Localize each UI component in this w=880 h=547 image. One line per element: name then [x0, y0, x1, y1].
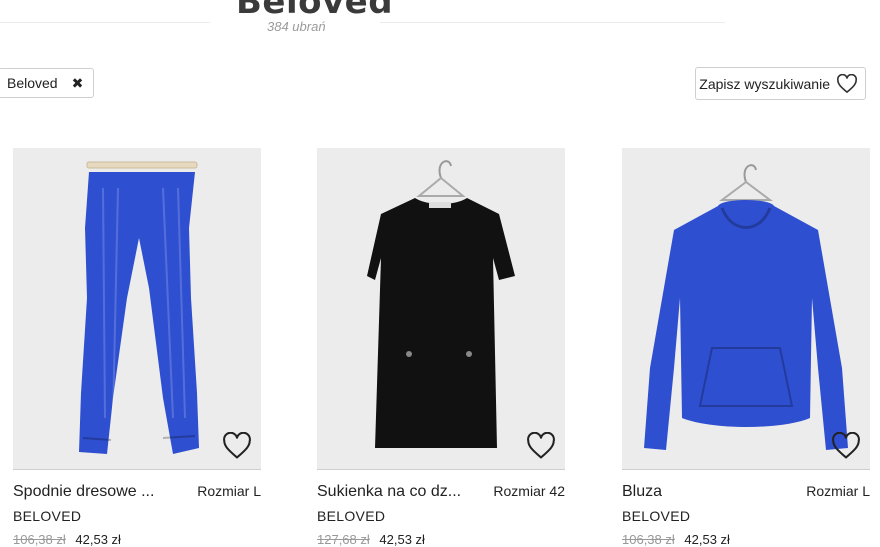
- product-card[interactable]: Sukienka na co dz... Rozmiar 42 BELOVED …: [317, 148, 565, 547]
- product-brand: BELOVED: [13, 508, 82, 524]
- product-title[interactable]: Sukienka na co dz...: [317, 483, 461, 501]
- close-icon[interactable]: ✖: [72, 76, 84, 90]
- favorite-heart-icon[interactable]: [830, 431, 862, 461]
- product-card[interactable]: Spodnie dresowe ... Rozmiar L BELOVED 10…: [13, 148, 261, 547]
- product-size: Rozmiar L: [197, 483, 261, 499]
- product-title[interactable]: Spodnie dresowe ...: [13, 483, 154, 501]
- heart-icon: [836, 73, 858, 94]
- product-image[interactable]: [317, 148, 565, 470]
- product-photo-hoodie: [644, 164, 848, 450]
- product-brand: BELOVED: [317, 508, 386, 524]
- filter-chip-beloved[interactable]: Beloved ✖: [0, 68, 95, 98]
- product-photo-trousers: [79, 161, 199, 454]
- product-brand: BELOVED: [622, 508, 691, 524]
- product-image[interactable]: [13, 148, 261, 470]
- favorite-heart-icon[interactable]: [221, 431, 253, 461]
- product-photo-dress: [367, 160, 515, 448]
- save-search-button[interactable]: Zapisz wyszukiwanie: [695, 67, 866, 100]
- save-search-label: Zapisz wyszukiwanie: [699, 75, 830, 92]
- product-size: Rozmiar 42: [493, 483, 565, 499]
- product-image[interactable]: [622, 148, 870, 470]
- product-title[interactable]: Bluza: [622, 483, 662, 501]
- product-card[interactable]: Bluza Rozmiar L BELOVED 106,38 zł 42,53 …: [622, 148, 870, 547]
- item-count: 384 ubrań: [267, 19, 326, 34]
- product-size: Rozmiar L: [806, 483, 870, 499]
- favorite-heart-icon[interactable]: [525, 431, 557, 461]
- header-divider-left: [0, 22, 210, 23]
- header-divider-right: [380, 22, 725, 23]
- filter-chip-label: Beloved: [7, 75, 58, 91]
